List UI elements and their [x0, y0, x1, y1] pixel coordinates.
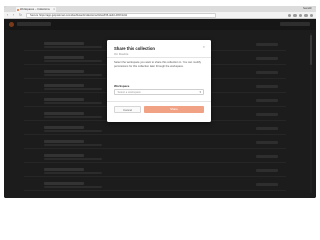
- workspace-select-placeholder: Select a workspace: [117, 91, 141, 94]
- scrollbar-thumb[interactable]: [310, 35, 312, 65]
- tab-label: Workspaces – Collections: [20, 8, 50, 11]
- forward-icon[interactable]: ›: [13, 13, 14, 18]
- modal-description: Select the workspace you want to share t…: [114, 61, 201, 68]
- share-button[interactable]: Share: [144, 106, 204, 113]
- extension-icon[interactable]: [304, 13, 308, 17]
- chevron-down-icon: ▾: [199, 90, 201, 94]
- app-header: [4, 19, 316, 30]
- reload-icon[interactable]: ↻: [19, 13, 22, 18]
- modal-subtitle: On Doubts: [114, 51, 129, 56]
- list-item: [24, 151, 286, 163]
- close-icon[interactable]: ×: [203, 45, 205, 49]
- list-item: [24, 179, 286, 191]
- app-header-actions: [280, 22, 310, 26]
- menu-icon[interactable]: [309, 13, 313, 17]
- cancel-button[interactable]: Cancel: [114, 106, 141, 113]
- postman-logo-icon: [9, 22, 14, 27]
- share-collection-modal: Share this collection On Doubts × Select…: [107, 40, 211, 122]
- extension-icon[interactable]: [293, 13, 297, 17]
- app-title-placeholder: [17, 22, 51, 26]
- list-item: [24, 137, 286, 149]
- extension-icon[interactable]: [298, 13, 302, 17]
- address-bar: ‹ › ↻ Secure https://app.getpostman.com/…: [4, 12, 316, 19]
- workspace-label: Workspace: [114, 84, 130, 88]
- url-input[interactable]: Secure https://app.getpostman.com/dashbo…: [26, 13, 216, 18]
- list-item: [24, 165, 286, 177]
- list-item: [24, 123, 286, 135]
- star-icon[interactable]: [287, 13, 291, 17]
- postman-favicon-icon: [17, 8, 19, 11]
- back-icon[interactable]: ‹: [7, 13, 8, 18]
- extension-icons: [287, 13, 313, 17]
- modal-title: Share this collection: [114, 46, 155, 51]
- workspace-select[interactable]: Select a workspace ▾: [114, 89, 204, 95]
